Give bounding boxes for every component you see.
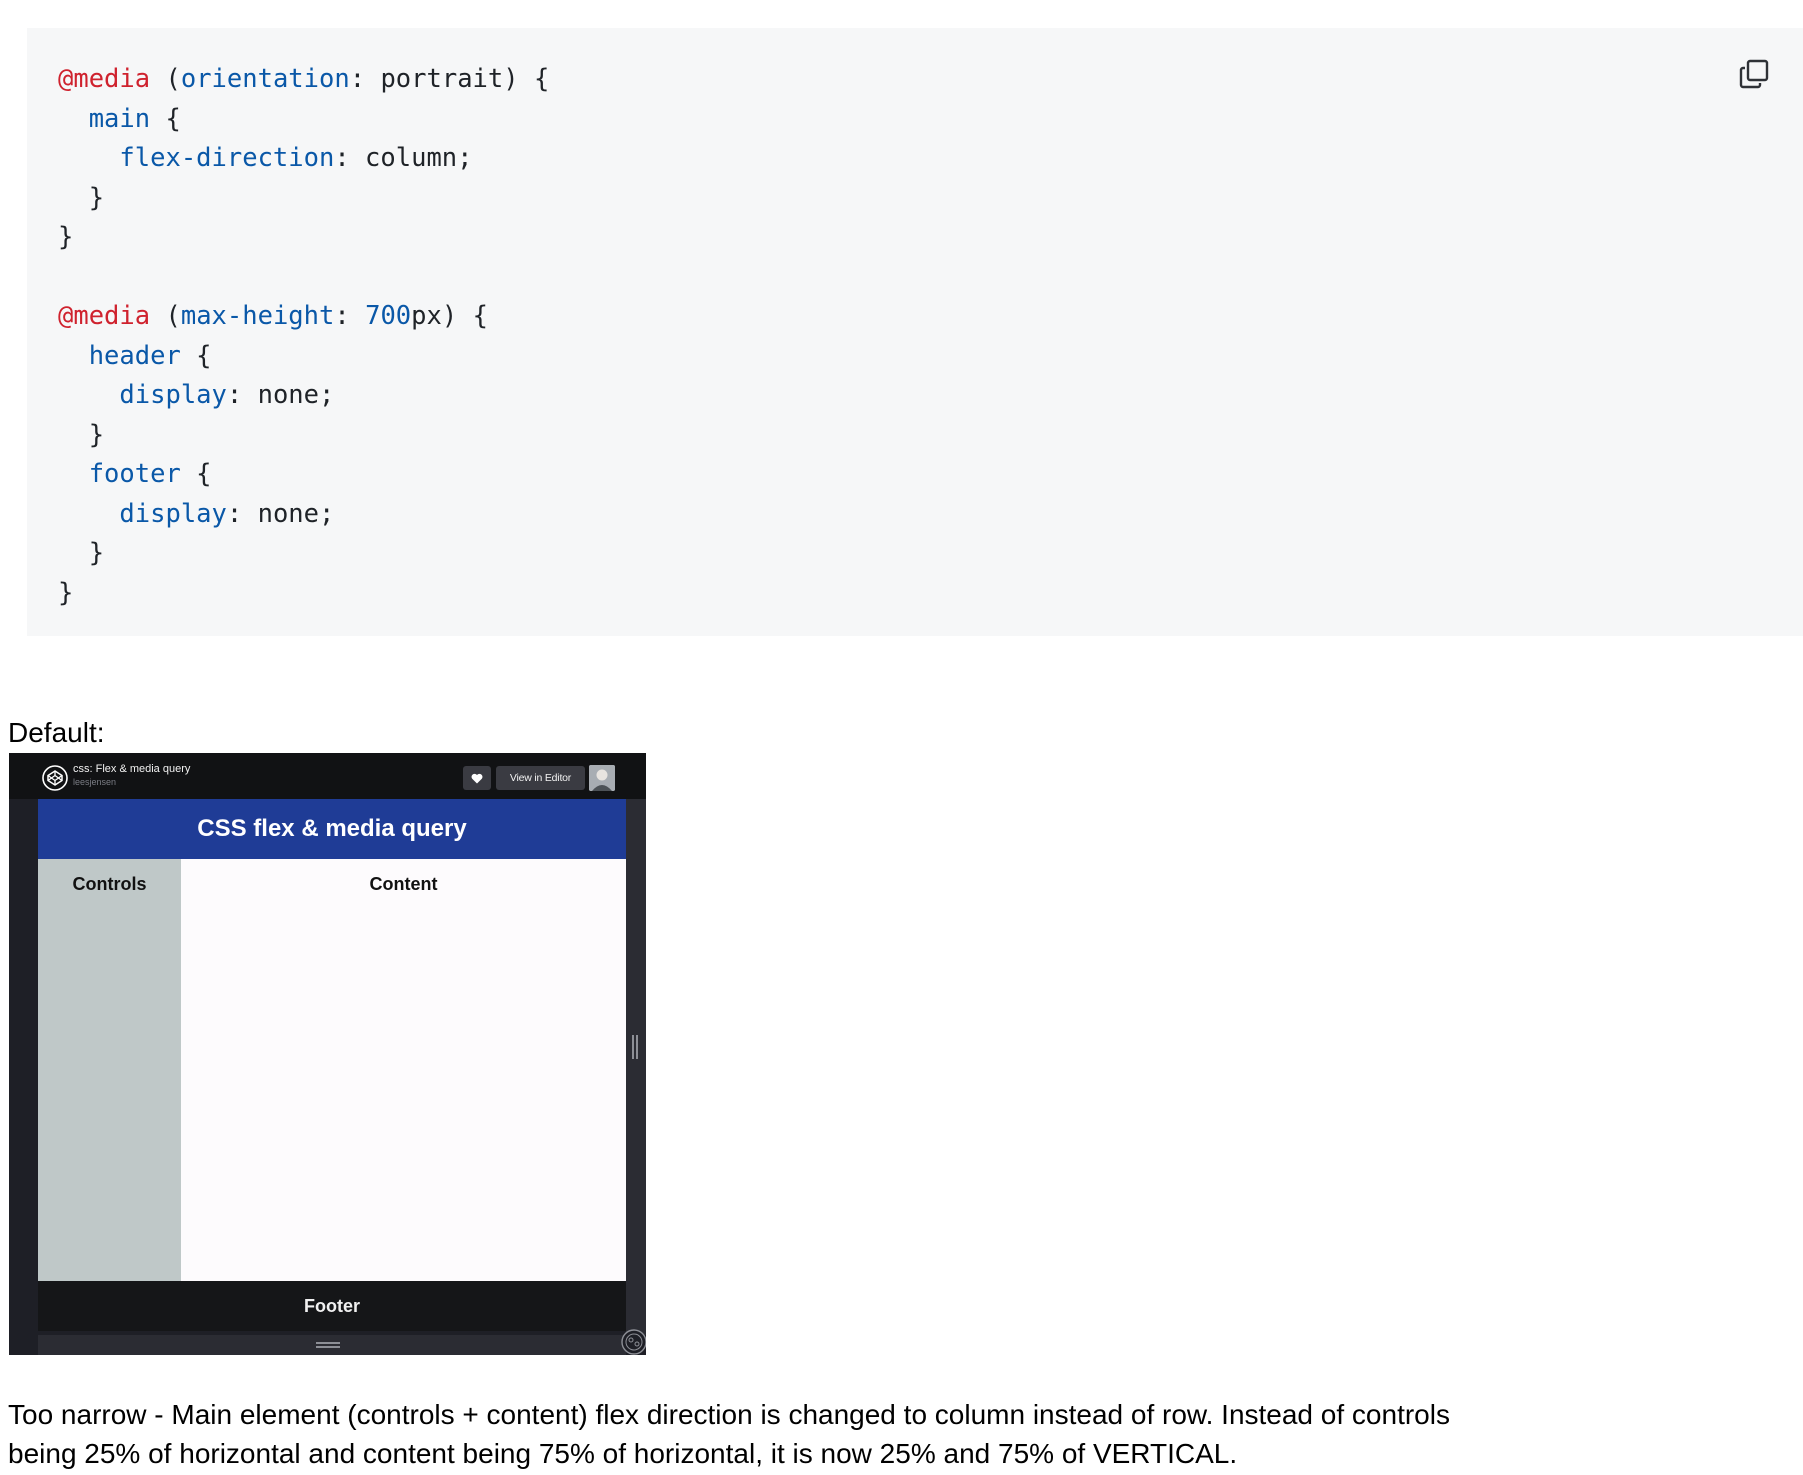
pen-title: css: Flex & media query bbox=[73, 763, 191, 775]
code-line: } bbox=[58, 574, 549, 614]
code-token: main bbox=[58, 103, 151, 134]
code-token: : portrait) { bbox=[349, 64, 550, 94]
code-token: ( bbox=[150, 301, 181, 331]
avatar-icon bbox=[589, 765, 615, 791]
code-line: footer { bbox=[58, 455, 549, 495]
code-token: { bbox=[180, 340, 212, 371]
code-line: header { bbox=[58, 337, 549, 377]
code-line: display: none; bbox=[58, 495, 549, 535]
code-token: : none; bbox=[226, 498, 335, 529]
code-token: { bbox=[180, 459, 212, 489]
code-line: } bbox=[58, 218, 549, 258]
avatar[interactable] bbox=[589, 765, 615, 791]
code-token: @media bbox=[58, 64, 151, 94]
code-line: } bbox=[58, 179, 549, 219]
pen-top-bar: css: Flex & media query leesjensen View … bbox=[9, 753, 646, 799]
code-line: } bbox=[58, 534, 549, 574]
embedded-screenshot: css: Flex & media query leesjensen View … bbox=[9, 753, 646, 1355]
code-block: @media (orientation: portrait) { main { … bbox=[27, 28, 1803, 636]
resize-handle-bottom[interactable] bbox=[315, 1339, 341, 1351]
code-lines: @media (orientation: portrait) { main { … bbox=[58, 60, 549, 613]
demo-content: Content bbox=[181, 859, 626, 1281]
code-token: : column; bbox=[334, 143, 473, 173]
code-token: } bbox=[58, 419, 105, 450]
demo-footer: Footer bbox=[38, 1281, 626, 1331]
code-line: display: none; bbox=[58, 376, 549, 416]
codepen-logo-icon bbox=[42, 765, 68, 791]
pen-author[interactable]: leesjensen bbox=[73, 777, 116, 787]
code-token: 700 bbox=[365, 301, 412, 331]
settings-corner-icon[interactable] bbox=[620, 1328, 646, 1355]
code-token: @media bbox=[58, 301, 151, 331]
code-token: { bbox=[150, 103, 181, 134]
code-line: main { bbox=[58, 100, 549, 140]
code-token: header bbox=[58, 340, 181, 371]
code-token: : bbox=[334, 301, 366, 331]
caption-default: Default: bbox=[8, 717, 105, 748]
code-token: orientation bbox=[180, 64, 350, 94]
description-paragraph: Too narrow - Main element (controls + co… bbox=[8, 1399, 1450, 1469]
code-token: display bbox=[58, 498, 227, 529]
code-token: } bbox=[58, 222, 74, 252]
copy-icon bbox=[1739, 59, 1769, 89]
resize-strip-right bbox=[626, 799, 646, 1335]
code-token: display bbox=[58, 380, 227, 410]
code-token: max-height bbox=[180, 301, 335, 331]
code-token: flex-direction bbox=[58, 143, 335, 173]
code-line: @media (orientation: portrait) { bbox=[58, 60, 549, 100]
demo-header: CSS flex & media query bbox=[38, 799, 626, 859]
code-line: } bbox=[58, 416, 549, 456]
code-token: } bbox=[58, 182, 105, 213]
code-line: @media (max-height: 700px) { bbox=[58, 297, 549, 337]
resize-handle-right[interactable] bbox=[630, 1034, 640, 1060]
code-token: } bbox=[58, 577, 74, 608]
heart-icon bbox=[471, 773, 483, 783]
code-token: px) { bbox=[411, 301, 488, 331]
code-token: } bbox=[58, 538, 105, 568]
code-token: : none; bbox=[226, 380, 335, 410]
view-in-editor-button[interactable]: View in Editor bbox=[496, 766, 585, 790]
code-token: ( bbox=[150, 64, 181, 94]
demo-controls: Controls bbox=[38, 859, 181, 1281]
code-token: footer bbox=[58, 459, 181, 489]
heart-button[interactable] bbox=[463, 766, 491, 790]
copy-button[interactable] bbox=[1734, 54, 1774, 94]
code-line: flex-direction: column; bbox=[58, 139, 549, 179]
